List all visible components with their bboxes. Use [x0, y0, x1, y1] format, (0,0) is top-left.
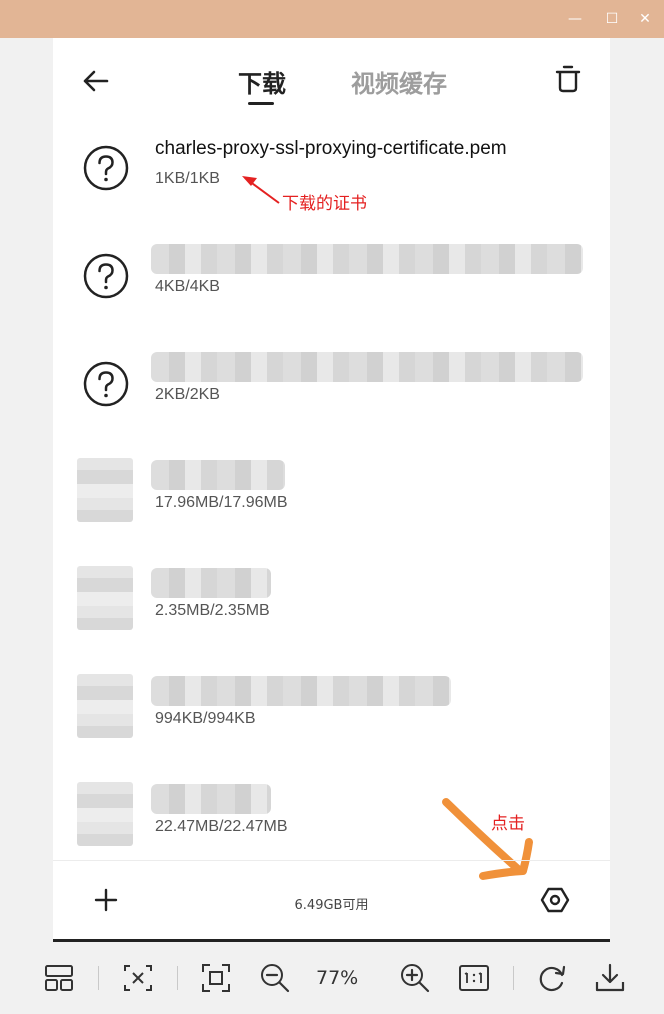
phone-screen: 下载 视频缓存 charles-proxy-ssl-proxying-certi…	[53, 38, 610, 940]
zoom-out-icon[interactable]	[258, 961, 292, 995]
full-screen-icon[interactable]	[199, 961, 233, 995]
maximize-button[interactable]: ☐	[603, 10, 621, 28]
settings-icon[interactable]	[540, 885, 570, 915]
click-annotation: 点击	[491, 814, 525, 834]
download-icon[interactable]	[593, 961, 627, 995]
annotation-arrows	[242, 176, 533, 880]
toolbar-separator	[177, 966, 178, 990]
actual-size-icon[interactable]	[457, 961, 491, 995]
minimize-button[interactable]: —	[566, 10, 584, 28]
zoom-level: 77%	[316, 967, 359, 989]
certificate-annotation: 下载的证书	[282, 194, 367, 214]
certificate-arrow	[242, 176, 280, 204]
bottom-bar: 6.49GB可用	[53, 860, 610, 940]
close-button[interactable]: ✕	[636, 10, 654, 28]
storage-available: 6.49GB可用	[294, 898, 369, 913]
window-titlebar: — ☐ ✕	[0, 0, 664, 38]
layout-icon[interactable]	[42, 961, 76, 995]
zoom-in-icon[interactable]	[398, 961, 432, 995]
toolbar-separator	[98, 966, 99, 990]
fit-window-icon[interactable]	[121, 961, 155, 995]
phone-bottom-edge	[53, 939, 610, 942]
toolbar-separator	[513, 966, 514, 990]
viewer-toolbar: 77%	[0, 944, 664, 1014]
rotate-icon[interactable]	[536, 961, 570, 995]
